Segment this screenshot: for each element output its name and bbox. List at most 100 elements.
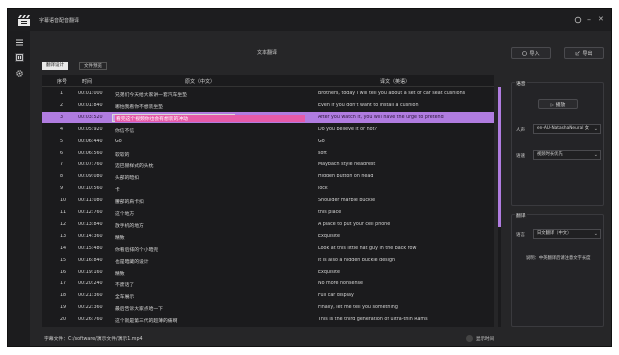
close-icon[interactable]: ✕ <box>598 15 604 24</box>
import-button[interactable]: 导入 <box>511 47 551 59</box>
table-row[interactable]: 19 00:22:360 最后告诉大家点哈一下 Finally, let me tel… <box>42 302 494 313</box>
translate-note: 说明：中英翻译后请注意文字长度 <box>526 256 591 261</box>
row-number: 11 <box>60 210 67 215</box>
menu-icon[interactable] <box>15 38 24 47</box>
row-number: 17 <box>60 281 67 287</box>
row-source-text: 精致 <box>115 235 125 241</box>
row-translation-text: Do you believe it or not? <box>318 126 377 132</box>
row-time: 00:11:080 <box>78 198 103 204</box>
row-translation-text: No more nonsense <box>318 281 363 287</box>
row-time: 00:21:360 <box>78 293 103 299</box>
voice-panel-title: 语音 <box>515 80 527 87</box>
row-source-text: Go <box>115 138 122 144</box>
row-time: 00:07:760 <box>78 162 103 168</box>
table-row[interactable]: 12 00:13:840 放手机的地方 A place to put your cel… <box>42 219 494 230</box>
play-button[interactable]: ▷ 播放 <box>538 99 578 109</box>
chevron-down-icon: ⌄ <box>593 126 598 132</box>
row-source-text: 看完这个视频你也会有想装的冲动 <box>115 114 305 122</box>
row-source-text: 兄弟们今天给大家讲一套汽车坐垫 <box>115 93 187 98</box>
row-number: 4 <box>60 126 64 132</box>
table-row[interactable]: 20 00:26:760 这个就是第三代的超薄的痛啊 This is the thir… <box>42 314 494 325</box>
restore-icon[interactable] <box>574 16 582 24</box>
chevron-down-icon: ⌄ <box>593 152 598 158</box>
row-number: 7 <box>60 162 64 168</box>
table-row[interactable]: 18 00:21:360 全车展示 Full car display <box>42 290 494 301</box>
tab-translate-settings[interactable]: 翻译设计 <box>42 62 68 70</box>
table-row[interactable]: 2 00:01:840 哪怕我看你不想装坐垫 Even if you don't wa… <box>42 100 494 111</box>
import-icon <box>522 50 528 56</box>
row-number: 14 <box>60 245 67 251</box>
row-source-text: 头部的暗扣 <box>115 176 139 182</box>
row-number: 3 <box>60 114 64 120</box>
row-number: 9 <box>60 186 64 192</box>
toolbar: 文本翻译 导入 导出 <box>30 31 611 61</box>
table-row[interactable]: 10 00:11:080 腰部的肩卡扣 Shoulder marble buckle <box>42 195 494 206</box>
row-time: 00:26:760 <box>78 317 103 323</box>
row-translation-text: Shoulder marble buckle <box>318 198 376 204</box>
speed-mode-label: 语速 <box>516 154 525 159</box>
row-translation-text: Brothers, today I will tell you about a … <box>318 91 466 96</box>
row-number: 13 <box>60 233 67 239</box>
table-row[interactable]: 14 00:15:480 你看后排的个小暗兜 Look at this little … <box>42 243 494 254</box>
table-row[interactable]: 9 00:10:560 卡 lock <box>42 183 494 194</box>
show-time-radio[interactable] <box>466 335 473 342</box>
minimize-icon[interactable]: – <box>587 15 591 24</box>
row-source-text: 这个地方 <box>115 212 135 217</box>
scrollbar-thumb[interactable] <box>498 87 501 227</box>
voice-label: 人声 <box>516 128 525 133</box>
table-row[interactable]: 1 00:01:000 兄弟们今天给大家讲一套汽车坐垫 Brothers, today… <box>42 88 494 99</box>
row-translation-text: This is the third generation of ultra-th… <box>318 317 428 323</box>
settings-gear-icon[interactable] <box>15 69 24 78</box>
language-label: 语言 <box>516 233 525 238</box>
sidebar <box>8 31 30 346</box>
table-row[interactable]: 6 00:06:560 软软的 soft <box>42 148 494 159</box>
speed-mode-value: 视频时长优先 <box>537 152 563 157</box>
row-number: 1 <box>60 91 64 96</box>
footer-file-path: 字幕文件：C:/software/演示文件/演示1.mp4 <box>44 335 143 342</box>
voice-select-value: en-AU-NatashaNeural 女 <box>537 126 590 131</box>
speed-mode-select[interactable]: 视频时长优先 ⌄ <box>533 150 601 160</box>
subtitle-page-icon[interactable] <box>15 53 24 62</box>
play-icon: ▷ <box>550 101 554 107</box>
row-translation-text: Even if you don't want to install a cush… <box>318 102 419 108</box>
table-row[interactable]: 11 00:12:760 这个地方 this place <box>42 207 494 218</box>
row-source-text: 你信不信 <box>115 128 135 134</box>
tab-file-preview[interactable]: 文件预览 <box>79 62 107 70</box>
page-title: 文本翻译 <box>257 50 278 56</box>
row-number: 15 <box>60 257 67 263</box>
show-time-toggle[interactable]: 显示时间 <box>466 335 494 342</box>
row-source-text: 软软的 <box>115 152 130 158</box>
translate-panel: 翻译 语言 日文翻译（中文） ⌄ 说明：中英翻译后请注意文字长度 <box>511 212 604 327</box>
row-translation-text: After you watch it, you will have the ur… <box>318 114 444 120</box>
table-row[interactable]: 16 00:19:160 精致 Exquisite <box>42 267 494 278</box>
table-row[interactable]: 17 00:20:240 不废话了 No more nonsense <box>42 278 494 289</box>
clapperboard-logo-icon <box>18 15 30 26</box>
show-time-label: 显示时间 <box>476 336 494 342</box>
table-row[interactable]: 13 00:14:360 精致 Exquisite <box>42 231 494 242</box>
row-time: 00:05:920 <box>78 126 103 132</box>
export-button[interactable]: 导出 <box>564 47 604 59</box>
row-time: 00:06:560 <box>78 150 103 156</box>
row-number: 19 <box>60 305 67 311</box>
table-row[interactable]: 4 00:05:920 你信不信 Do you believe it or not? <box>42 124 494 135</box>
language-select[interactable]: 日文翻译（中文） ⌄ <box>533 229 601 239</box>
row-source-text: 你看后排的个小暗兜 <box>115 247 159 253</box>
row-time: 00:16:840 <box>78 257 103 263</box>
row-translation-text: lock <box>318 186 328 192</box>
row-time: 00:09:080 <box>78 174 103 180</box>
export-icon <box>576 50 581 55</box>
row-number: 16 <box>60 269 67 275</box>
table-row[interactable]: 7 00:07:760 迈巴赫样式的头枕 Maybach style headrest <box>42 159 494 170</box>
row-time: 00:10:560 <box>78 186 103 192</box>
table-row[interactable]: 15 00:16:840 也是暗藏的设计 It is also a hidden bu… <box>42 255 494 266</box>
table-scrollbar[interactable] <box>498 87 501 327</box>
voice-select[interactable]: en-AU-NatashaNeural 女 ⌄ <box>533 124 601 134</box>
table-row[interactable]: 8 00:09:080 头部的暗扣 Hidden button on head <box>42 171 494 182</box>
table-row[interactable]: 3 00:03:520 看完这个视频你也会有想装的冲动 After you watch… <box>42 111 494 123</box>
row-time: 00:13:840 <box>78 221 103 227</box>
row-number: 18 <box>60 293 67 299</box>
row-translation-text: Maybach style headrest <box>318 162 376 168</box>
row-source-text: 精致 <box>115 271 125 277</box>
table-row[interactable]: 5 00:06:440 Go Go <box>42 136 494 147</box>
column-header-time: 时间 <box>82 79 93 85</box>
